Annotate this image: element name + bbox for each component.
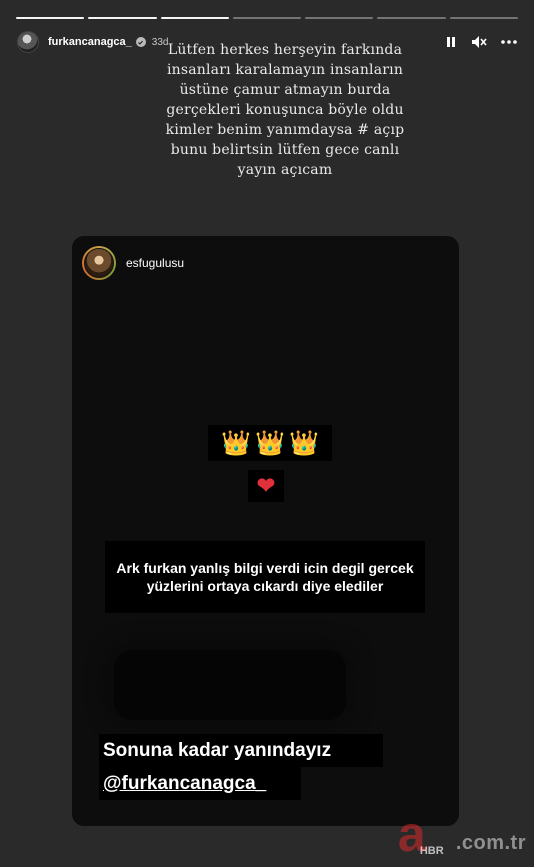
verified-badge-icon [135,37,146,47]
shared-post-header: esfugulusu [82,246,184,280]
mention-text[interactable]: @furkancanagca_ [103,773,266,795]
story-caption: Lütfen herkes herşeyin farkında insanlar… [165,42,405,178]
redacted-area [114,650,346,720]
mention-tag[interactable]: @furkancanagca_ [99,767,301,800]
shared-post-card[interactable]: esfugulusu 👑 👑 👑 ❤ Ark furkan yanlış bilgi… [72,236,459,826]
heart-icon: ❤ [248,470,284,502]
mute-icon[interactable] [471,35,487,49]
username[interactable]: furkancanagca_ [48,36,132,48]
avatar[interactable] [17,31,39,53]
story-progress-bar [16,17,518,20]
watermark-domain: .com.tr [455,832,526,854]
story-controls [445,35,517,49]
progress-segment [305,17,374,19]
progress-segment [88,17,157,19]
crown-icon: 👑 [288,429,319,457]
shared-post-username[interactable]: esfugulusu [126,256,184,270]
watermark: a HBR .com.tr [398,809,526,859]
progress-segment [16,17,85,19]
more-icon[interactable] [501,40,517,44]
shared-post-avatar[interactable] [82,246,116,280]
story-viewer[interactable]: furkancanagca_ 33d Lütfen herkes herşeyi… [0,0,534,867]
crown-stickers: 👑 👑 👑 [208,425,332,461]
progress-segment [449,17,518,19]
progress-segment [232,17,302,19]
pause-icon[interactable] [445,36,457,48]
watermark-logo: a HBR [398,809,452,859]
support-text: Sonuna kadar yanındayız [99,734,383,767]
post-message-text: Ark furkan yanlış bilgi verdi icin degil… [105,541,425,613]
watermark-brand: HBR [419,845,444,857]
crown-icon: 👑 [255,429,285,457]
progress-segment [160,17,229,19]
crown-icon: 👑 [221,429,252,457]
progress-segment [377,17,446,19]
